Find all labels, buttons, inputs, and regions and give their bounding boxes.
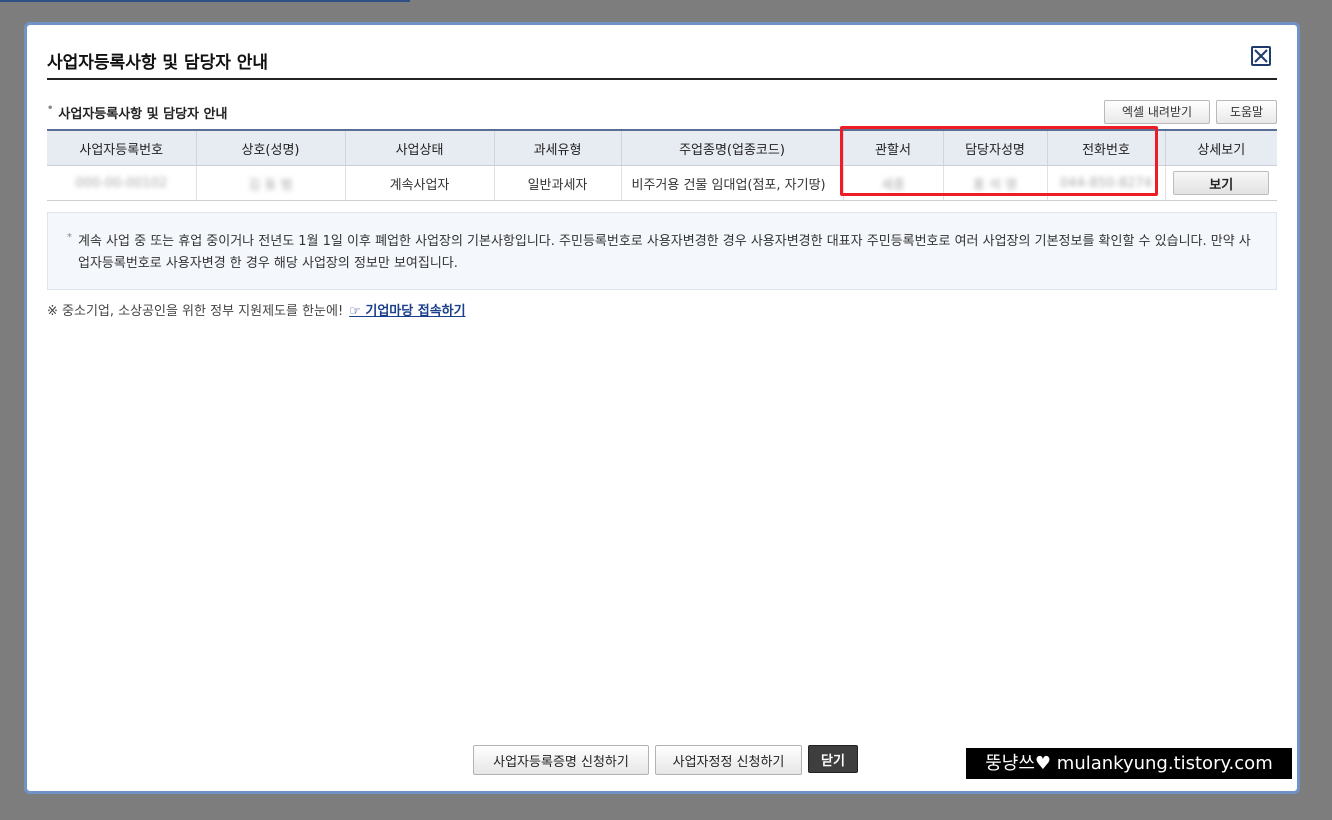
business-table: 사업자등록번호 상호(성명) 사업상태 과세유형 주업종명(업종코드) 관할서 … — [47, 129, 1277, 201]
column-header: 상세보기 — [1164, 129, 1277, 166]
manager-value: 홍 석 영 — [972, 177, 1018, 193]
column-header: 상호(성명) — [195, 129, 345, 166]
office-value: 세종 — [881, 177, 905, 193]
business-info-dialog: 사업자등록사항 및 담당자 안내 • 사업자등록사항 및 담당자 안내 엑셀 내려… — [24, 22, 1300, 794]
support-notice: ※ 중소기업, 소상공인을 위한 정부 지원제도를 한눈에! ☞ 기업마당 접속하… — [47, 300, 466, 319]
section-title: • 사업자등록사항 및 담당자 안내 — [47, 103, 227, 122]
title-divider — [47, 78, 1277, 80]
phone-cell: 044-850-8274 — [1046, 165, 1165, 201]
info-box: * 계속 사업 중 또는 휴업 중이거나 전년도 1월 1일 이후 폐업한 사업… — [47, 212, 1277, 290]
view-detail-button[interactable]: 보기 — [1173, 171, 1270, 195]
cert-request-button[interactable]: 사업자등록증명 신청하기 — [473, 745, 649, 775]
phone-value: 044-850-8274 — [1059, 175, 1153, 191]
info-text: 계속 사업 중 또는 휴업 중이거나 전년도 1월 1일 이후 폐업한 사업장의… — [78, 234, 1251, 271]
column-header: 사업상태 — [344, 129, 494, 166]
business-name-value: 김 동 범 — [248, 177, 293, 193]
close-icon — [1254, 49, 1268, 63]
status-cell: 계속사업자 — [344, 165, 494, 201]
column-header: 담당자성명 — [942, 129, 1047, 166]
industry-cell: 비주거용 건물 임대업(점포, 자기땅) — [620, 165, 843, 201]
manager-cell: 홍 석 영 — [942, 165, 1047, 201]
column-header: 전화번호 — [1046, 129, 1165, 166]
column-header: 사업자등록번호 — [47, 129, 196, 166]
reg-number-cell: 000-00-00102 — [47, 165, 196, 201]
column-header: 주업종명(업종코드) — [620, 129, 843, 166]
business-name-cell: 김 동 범 — [195, 165, 345, 201]
bullet-icon: • — [47, 103, 54, 114]
table-header-row: 사업자등록번호 상호(성명) 사업상태 과세유형 주업종명(업종코드) 관할서 … — [47, 129, 1277, 166]
notice-text: ※ 중소기업, 소상공인을 위한 정부 지원제도를 한눈에! — [47, 304, 344, 319]
reg-number-value: 000-00-00102 — [75, 175, 168, 191]
office-cell: 세종 — [842, 165, 943, 201]
detail-cell: 보기 — [1164, 165, 1277, 201]
tax-type-cell: 일반과세자 — [493, 165, 621, 201]
excel-download-button[interactable]: 엑셀 내려받기 — [1104, 100, 1210, 124]
column-header: 과세유형 — [493, 129, 621, 166]
column-header: 관할서 — [842, 129, 943, 166]
correction-request-button[interactable]: 사업자정정 신청하기 — [655, 745, 802, 775]
help-button[interactable]: 도움말 — [1216, 100, 1277, 124]
dialog-title: 사업자등록사항 및 담당자 안내 — [47, 53, 269, 73]
bizinfo-link[interactable]: ☞ 기업마당 접속하기 — [349, 304, 465, 319]
watermark: 뚱냥쓰♥ mulankyung.tistory.com — [966, 748, 1292, 779]
top-accent-line — [0, 0, 410, 2]
table-row: 000-00-00102 김 동 범 계속사업자 일반과세자 비주거용 건물 임… — [47, 165, 1277, 201]
close-dialog-button[interactable]: 닫기 — [808, 745, 858, 773]
close-button[interactable] — [1251, 46, 1271, 66]
section-title-text: 사업자등록사항 및 담당자 안내 — [58, 107, 228, 122]
info-asterisk: * — [67, 232, 72, 243]
